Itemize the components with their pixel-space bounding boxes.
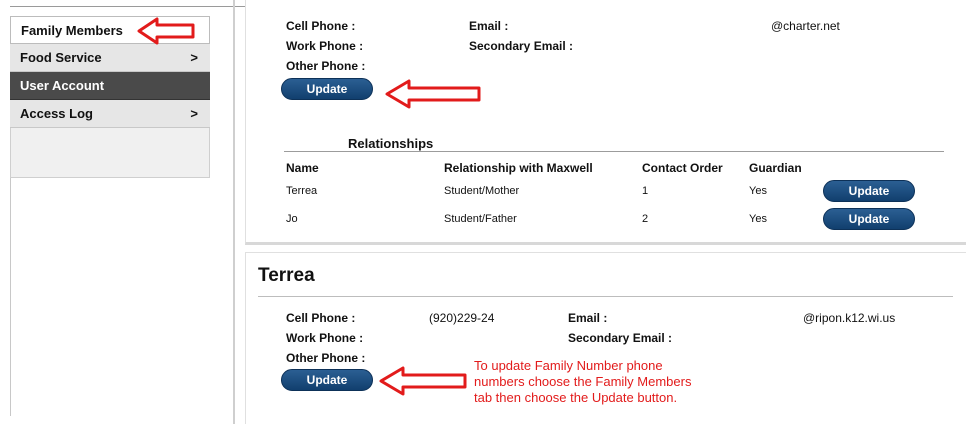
row-relationship: Student/Mother xyxy=(444,185,520,197)
email-value: @ripon.k12.wi.us xyxy=(803,311,896,325)
arrow-left-icon xyxy=(385,79,481,109)
secondary-email-label: Secondary Email : xyxy=(568,331,673,345)
update-contact-button[interactable]: Update xyxy=(281,78,373,100)
sidebar-item-label: Access Log xyxy=(20,106,93,121)
cell-phone-label: Cell Phone : xyxy=(286,311,356,325)
arrow-left-icon xyxy=(379,366,467,396)
email-label: Email : xyxy=(469,19,509,33)
cell-phone-value: (920)229-24 xyxy=(429,311,495,325)
relationships-divider xyxy=(284,151,944,152)
sidebar-item-label: Food Service xyxy=(20,50,102,65)
work-phone-label: Work Phone : xyxy=(286,39,364,53)
row-relationship: Student/Father xyxy=(444,213,517,225)
column-header-name: Name xyxy=(286,161,319,175)
instruction-note: To update Family Number phone numbers ch… xyxy=(474,358,692,405)
row-name: Terrea xyxy=(286,185,318,197)
other-phone-label: Other Phone : xyxy=(286,351,366,365)
contact-divider xyxy=(258,296,953,297)
column-header-relationship: Relationship with Maxwell xyxy=(444,161,593,175)
row-contact-order: 2 xyxy=(642,213,649,225)
update-contact-button[interactable]: Update xyxy=(281,369,373,391)
relationships-title: Relationships xyxy=(348,136,434,151)
secondary-email-label: Secondary Email : xyxy=(469,39,574,53)
content-divider xyxy=(233,0,235,424)
arrow-left-icon xyxy=(137,17,195,45)
sidebar-item-user-account[interactable]: User Account xyxy=(10,72,210,100)
update-relationship-button[interactable]: Update xyxy=(823,208,915,230)
row-name: Jo xyxy=(286,213,298,225)
sidebar-item-food-service[interactable]: Food Service > xyxy=(10,44,210,72)
sidebar-empty-area xyxy=(10,128,210,178)
column-header-guardian: Guardian xyxy=(749,161,802,175)
email-label: Email : xyxy=(568,311,608,325)
sidebar-item-label: User Account xyxy=(20,78,105,93)
row-guardian: Yes xyxy=(749,185,767,197)
row-contact-order: 1 xyxy=(642,185,649,197)
other-phone-label: Other Phone : xyxy=(286,59,366,73)
contact-panel-primary: Cell Phone : Work Phone : Other Phone : … xyxy=(245,0,966,245)
chevron-right-icon: > xyxy=(190,50,198,65)
column-header-contact-order: Contact Order xyxy=(642,161,723,175)
update-relationship-button[interactable]: Update xyxy=(823,180,915,202)
sidebar-item-label: Family Members xyxy=(21,22,123,38)
cell-phone-label: Cell Phone : xyxy=(286,19,356,33)
sidebar-item-access-log[interactable]: Access Log > xyxy=(10,100,210,128)
row-guardian: Yes xyxy=(749,213,767,225)
work-phone-label: Work Phone : xyxy=(286,331,364,345)
email-value: @charter.net xyxy=(771,19,840,33)
contact-name-heading: Terrea xyxy=(258,265,315,286)
chevron-right-icon: > xyxy=(190,106,198,121)
